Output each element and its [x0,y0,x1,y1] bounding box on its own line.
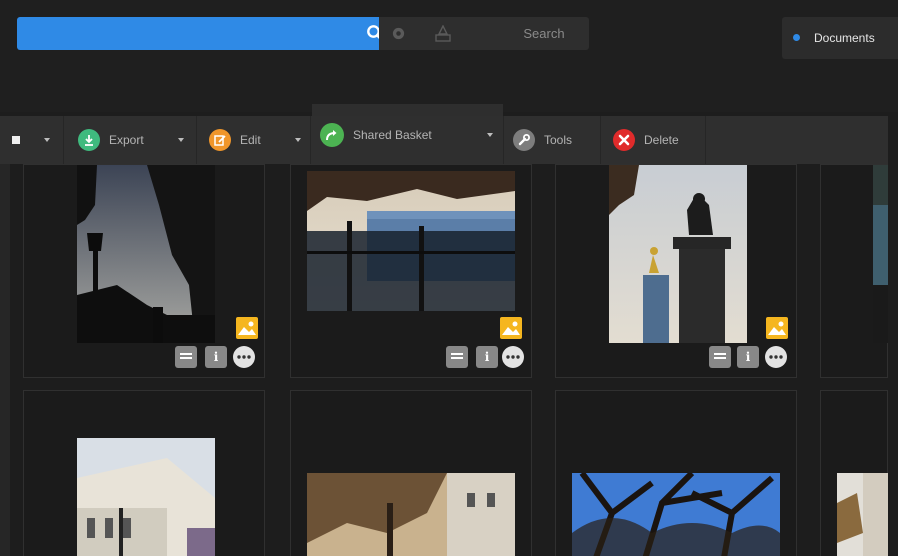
export-icon [78,129,100,151]
select-dropdown-caret[interactable] [44,138,50,142]
asset-tile[interactable]: i [23,164,265,378]
more-options-icon[interactable] [233,346,255,368]
search-input[interactable] [17,17,384,50]
asset-thumbnail[interactable] [307,473,515,556]
more-options-icon[interactable] [502,346,524,368]
asset-tile[interactable] [820,390,889,556]
documents-dot-icon [793,34,800,41]
export-label: Export [109,133,144,147]
asset-tile[interactable] [555,390,797,556]
action-toolbar: Export Edit Shared Basket Tools Delete [0,116,888,164]
asset-tile[interactable]: i [555,164,797,378]
share-arrow-icon [320,123,344,147]
gear-icon[interactable] [391,26,406,41]
toolbar-divider [600,116,601,164]
export-dropdown-caret[interactable] [178,138,184,142]
toolbar-divider [705,116,706,164]
image-type-icon [236,317,258,339]
asset-tile[interactable]: i [290,164,532,378]
delete-button[interactable]: Delete [613,116,679,164]
shared-basket-button[interactable]: Shared Basket [320,111,432,159]
visual-search-icon[interactable] [434,25,452,42]
asset-thumbnail[interactable] [307,171,515,311]
tile-actions: i [175,346,261,368]
toolbar-divider [503,116,504,164]
wrench-icon [513,129,535,151]
asset-thumbnail[interactable] [837,473,889,556]
tools-button[interactable]: Tools [513,116,572,164]
edit-button[interactable]: Edit [209,116,261,164]
list-icon[interactable] [446,346,468,368]
tile-actions: i [446,346,532,368]
top-bar: Search Documents [0,0,898,112]
asset-tile[interactable] [23,390,265,556]
image-type-icon [766,317,788,339]
tools-label: Tools [544,133,573,147]
info-icon[interactable]: i [476,346,498,368]
documents-tab-label: Documents [814,31,875,45]
right-edge [888,164,898,556]
info-icon[interactable]: i [205,346,227,368]
info-icon[interactable]: i [737,346,759,368]
asset-tile[interactable] [290,390,532,556]
asset-thumbnail[interactable] [77,165,215,343]
app-root: Search Documents Export Edit Shared Bask… [0,0,898,556]
asset-thumbnail[interactable] [873,165,889,343]
delete-label: Delete [644,133,679,147]
select-all-checkbox[interactable] [12,116,20,164]
search-button[interactable]: Search [499,17,589,50]
list-icon[interactable] [175,346,197,368]
toolbar-divider [196,116,197,164]
asset-thumbnail[interactable] [77,438,215,556]
left-edge [0,164,10,556]
checkbox-icon [12,136,20,144]
image-type-icon [500,317,522,339]
delete-x-icon [613,129,635,151]
asset-tile[interactable] [820,164,889,378]
asset-thumbnail[interactable] [609,165,747,343]
export-button[interactable]: Export [78,116,144,164]
toolbar-divider [63,116,64,164]
more-options-icon[interactable] [765,346,787,368]
search-options: Search [379,17,589,50]
shared-basket-label: Shared Basket [353,128,432,142]
edit-icon [209,129,231,151]
toolbar-divider [310,116,311,164]
edit-label: Edit [240,133,261,147]
asset-thumbnail[interactable] [572,473,780,556]
list-icon[interactable] [709,346,731,368]
documents-tab[interactable]: Documents [782,17,898,59]
edit-dropdown-caret[interactable] [295,138,301,142]
shared-basket-dropdown-caret[interactable] [487,133,493,137]
tile-actions: i [709,346,795,368]
